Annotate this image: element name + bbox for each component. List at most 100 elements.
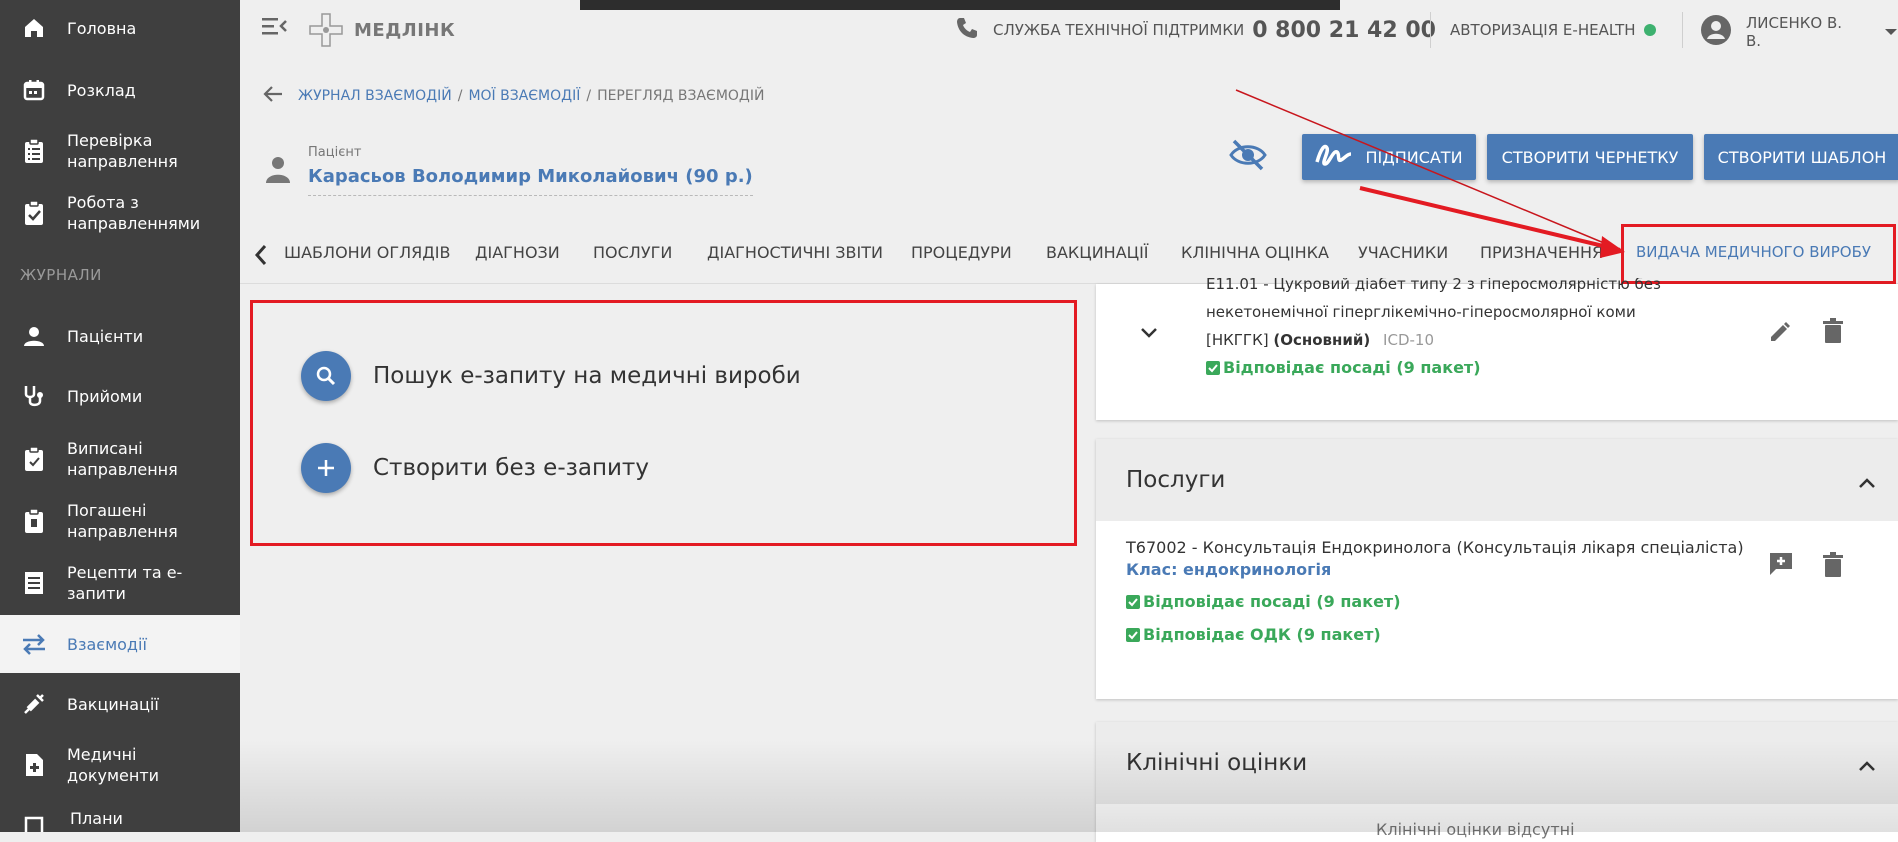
sidebar-item-patients[interactable]: Пацієнти xyxy=(0,320,240,352)
medical-document-icon xyxy=(20,751,48,779)
add-comment-icon[interactable] xyxy=(1768,551,1794,581)
sidebar-item-label: Погашені направлення xyxy=(67,501,178,541)
expand-chevron-icon[interactable] xyxy=(1140,324,1158,343)
tab-services[interactable]: ПОСЛУГИ xyxy=(593,243,672,262)
services-title: Послуги xyxy=(1126,467,1226,493)
service-status-text: Відповідає ОДК (9 пакет) xyxy=(1143,625,1381,644)
services-header[interactable]: Послуги xyxy=(1096,439,1898,521)
tab-medical-device-dispense[interactable]: ВИДАЧА МЕДИЧНОГО ВИРОБУ xyxy=(1636,243,1871,261)
ehealth-label: АВТОРИЗАЦІЯ E-HEALTH xyxy=(1450,21,1636,39)
edit-icon[interactable] xyxy=(1768,320,1792,348)
service-item: T67002 - Консультація Ендокринолога (Кон… xyxy=(1126,537,1744,651)
sidebar-item-prescriptions[interactable]: Рецепти та е-запити xyxy=(0,560,240,606)
breadcrumb-separator: / xyxy=(457,88,463,104)
sidebar-item-referral-check[interactable]: Перевірка направлення xyxy=(0,128,240,174)
delete-icon[interactable] xyxy=(1822,552,1844,582)
diagnosis-line-1: E11.01 - Цукровий діабет типу 2 з гіперо… xyxy=(1206,278,1661,292)
clipboard-list-icon xyxy=(20,137,48,165)
user-menu[interactable]: ЛИСЕНКО В. В. xyxy=(1700,14,1898,50)
sidebar-item-label: Робота з направленнями xyxy=(67,193,201,233)
ehealth-status[interactable]: АВТОРИЗАЦІЯ E-HEALTH xyxy=(1450,21,1656,39)
top-bar: МЕДЛІНК СЛУЖБА ТЕХНІЧНОЇ ПІДТРИМКИ 0 800… xyxy=(240,0,1898,62)
support-label: СЛУЖБА ТЕХНІЧНОЇ ПІДТРИМКИ xyxy=(993,21,1245,39)
check-icon xyxy=(1206,361,1220,375)
collapse-chevron-icon[interactable] xyxy=(1858,752,1876,778)
create-template-button[interactable]: СТВОРИТИ ШАБЛОН xyxy=(1704,134,1898,180)
breadcrumb: ЖУРНАЛ ВЗАЄМОДІЙ / МОЇ ВЗАЄМОДІЇ / ПЕРЕГ… xyxy=(262,84,764,108)
sidebar-item-redeemed-referrals[interactable]: Погашені направлення xyxy=(0,498,240,544)
sidebar-item-label: Розклад xyxy=(67,80,136,100)
sidebar-item-medical-docs[interactable]: Медичні документи xyxy=(0,742,240,788)
caret-down-icon xyxy=(1884,23,1898,41)
diagnosis-card: E11.01 - Цукровий діабет типу 2 з гіперо… xyxy=(1096,278,1898,420)
diagnosis-line-3-prefix: [НКГГК] xyxy=(1206,331,1269,349)
sidebar-item-label: Прийоми xyxy=(67,386,143,406)
breadcrumb-separator: / xyxy=(586,88,592,104)
breadcrumb-link[interactable]: ЖУРНАЛ ВЗАЄМОДІЙ xyxy=(298,88,452,104)
sidebar-item-referrals-work[interactable]: Робота з направленнями xyxy=(0,190,240,236)
back-arrow-icon[interactable] xyxy=(262,84,284,108)
sidebar-item-schedule[interactable]: Розклад xyxy=(0,74,240,106)
calendar-icon xyxy=(20,76,48,104)
support-info: СЛУЖБА ТЕХНІЧНОЇ ПІДТРИМКИ 0 800 21 42 0… xyxy=(955,16,1436,44)
breadcrumb-link[interactable]: МОЇ ВЗАЄМОДІЇ xyxy=(468,88,580,104)
tab-exam-templates[interactable]: ШАБЛОНИ ОГЛЯДІВ xyxy=(284,243,450,262)
sidebar-item-label: Плани xyxy=(70,809,123,828)
sidebar-item-label: Головна xyxy=(67,18,137,38)
sidebar-item-interactions[interactable]: Взаємодії xyxy=(0,615,240,673)
sidebar-item-label: Перевірка направлення xyxy=(67,131,178,171)
diagnosis-status: Відповідає посаді (9 пакет) xyxy=(1206,354,1766,382)
create-without-e-request-label: Створити без е-запиту xyxy=(373,455,649,481)
services-card: Послуги T67002 - Консультація Ендокринол… xyxy=(1096,439,1898,699)
tab-vaccinations[interactable]: ВАКЦИНАЦІЇ xyxy=(1046,243,1149,262)
receipt-icon xyxy=(20,569,48,597)
patient-name[interactable]: Карасьов Володимир Миколайович (90 р.) xyxy=(308,166,753,196)
user-avatar-icon xyxy=(1700,14,1732,50)
diagnosis-status-text: Відповідає посаді (9 пакет) xyxy=(1223,358,1481,377)
sidebar-item-label: Пацієнти xyxy=(67,326,144,346)
device-issue-options: Пошук е-запиту на медичні вироби Створит… xyxy=(250,300,1077,546)
patient-label: Пацієнт xyxy=(308,145,362,160)
clinical-assessments-card: Клінічні оцінки Клінічні оцінки відсутні xyxy=(1096,722,1898,842)
menu-collapse-icon[interactable] xyxy=(262,15,288,41)
divider xyxy=(1430,12,1431,48)
sidebar-item-appointments[interactable]: Прийоми xyxy=(0,380,240,412)
create-without-e-request-option[interactable]: Створити без е-запиту xyxy=(301,443,649,493)
sidebar-item-label: Медичні документи xyxy=(67,745,160,785)
search-e-request-option[interactable]: Пошук е-запиту на медичні вироби xyxy=(301,351,801,401)
medlink-logo-icon xyxy=(309,13,343,47)
delete-icon[interactable] xyxy=(1822,318,1844,348)
app-name: МЕДЛІНК xyxy=(354,19,456,41)
tab-diagnostic-reports[interactable]: ДІАГНОСТИЧНІ ЗВІТИ xyxy=(707,243,883,262)
service-status-text: Відповідає посаді (9 пакет) xyxy=(1143,592,1401,611)
tab-diagnoses[interactable]: ДІАГНОЗИ xyxy=(475,243,560,262)
tabs-scroll-left-icon[interactable] xyxy=(254,244,268,270)
user-name: ЛИСЕНКО В. В. xyxy=(1746,14,1843,50)
sidebar: Головна Розклад Перевірка направлення Ро… xyxy=(0,0,240,832)
sidebar-item-plans[interactable]: Плани xyxy=(0,808,240,832)
sidebar-item-issued-referrals[interactable]: Виписані направлення xyxy=(0,436,240,482)
diagnosis-code-system: ICD-10 xyxy=(1383,331,1434,349)
tab-procedures[interactable]: ПРОЦЕДУРИ xyxy=(911,243,1012,262)
clipboard-redeemed-icon xyxy=(20,507,48,535)
breadcrumb-current: ПЕРЕГЛЯД ВЗАЄМОДІЙ xyxy=(597,88,765,104)
ehealth-status-indicator xyxy=(1643,24,1656,36)
diagnosis-line-2: некетонемічної гіперглікемічно-гіперосмо… xyxy=(1206,303,1636,321)
app-logo[interactable]: МЕДЛІНК xyxy=(306,10,455,50)
sidebar-item-home[interactable]: Головна xyxy=(0,12,240,44)
clinical-assessments-header[interactable]: Клінічні оцінки xyxy=(1096,722,1898,804)
check-icon xyxy=(1126,594,1140,609)
add-icon xyxy=(301,443,351,493)
check-icon xyxy=(1126,627,1140,642)
clinical-assessments-title: Клінічні оцінки xyxy=(1126,750,1308,776)
diagnosis-primary-flag: (Основний) xyxy=(1273,331,1371,349)
patient-icon xyxy=(262,153,294,196)
clipboard-issued-icon xyxy=(20,445,48,473)
clipboard-check-icon xyxy=(20,199,48,227)
diagnosis-text: E11.01 - Цукровий діабет типу 2 з гіперо… xyxy=(1206,278,1766,382)
collapse-chevron-icon[interactable] xyxy=(1858,469,1876,495)
sidebar-item-vaccinations[interactable]: Вакцинації xyxy=(0,688,240,720)
sidebar-section-journals: ЖУРНАЛИ xyxy=(20,266,102,284)
annotation-arrow xyxy=(1235,89,1625,258)
stethoscope-icon xyxy=(20,382,48,410)
